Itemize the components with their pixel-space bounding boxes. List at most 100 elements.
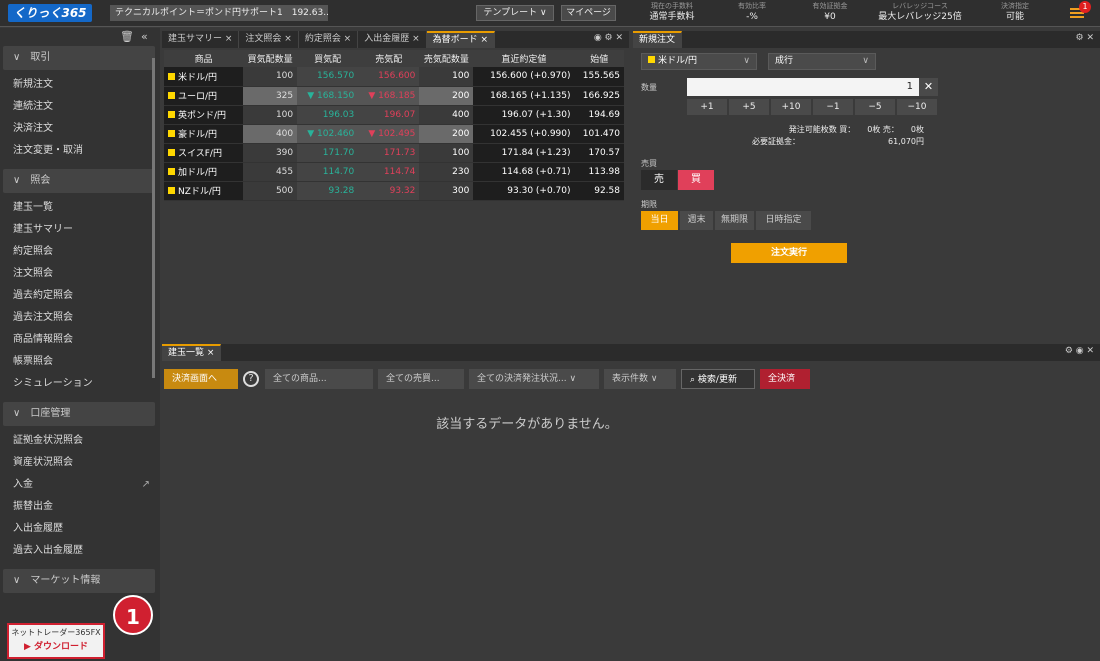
sidebar-section-header[interactable]: ∨ マーケット情報 <box>3 569 155 593</box>
ask-price[interactable]: 114.74 <box>358 162 420 182</box>
sidebar-item[interactable]: 約定照会 <box>0 241 160 263</box>
panel-icons[interactable]: ⚙ ✕ <box>1076 33 1094 43</box>
table-row[interactable]: ユーロ/円 325 ▼ 168.150 ▼ 168.185 200 168.165 (+1… <box>164 86 624 106</box>
bid-price[interactable]: 114.70 <box>297 162 359 182</box>
mypage-button[interactable]: マイページ <box>561 5 616 21</box>
order-type-select[interactable]: 成行 ∨ <box>768 53 876 70</box>
sidebar-item[interactable]: 連続注文 <box>0 96 160 118</box>
column-header[interactable]: 直近約定値 <box>473 50 575 67</box>
sidebar-item[interactable]: 証拠金状況照会 <box>0 430 160 452</box>
sidebar-item[interactable]: 商品情報照会 <box>0 329 160 351</box>
qty-step-button[interactable]: +1 <box>687 99 728 115</box>
column-header[interactable]: 買気配 <box>297 50 359 67</box>
qty-input[interactable]: 1 <box>687 78 919 96</box>
search-button[interactable]: ⌕ 検索/更新 <box>681 369 755 389</box>
pair-name: 米ドル/円 <box>164 67 244 87</box>
ask-price[interactable]: 196.07 <box>358 105 420 125</box>
bid-price[interactable]: 156.570 <box>297 67 359 87</box>
ask-price[interactable]: ▼ 168.185 <box>358 86 420 106</box>
sidebar-item[interactable]: シミュレーション <box>0 373 160 395</box>
clear-icon[interactable]: ✕ <box>919 78 938 96</box>
open-price: 194.69 <box>574 105 624 125</box>
sidebar-item[interactable]: 注文照会 <box>0 263 160 285</box>
stat-margin: 有効証拠金 ¥0 <box>812 2 848 22</box>
sidebar-item[interactable]: 建玉サマリー <box>0 219 160 241</box>
ask-price[interactable]: 93.32 <box>358 181 420 201</box>
sidebar-section-header[interactable]: ∨ 照会 <box>3 169 155 193</box>
sidebar-item[interactable]: 決済注文 <box>0 118 160 140</box>
column-header[interactable]: 商品 <box>164 50 244 67</box>
table-row[interactable]: NZドル/円 500 93.28 93.32 300 93.30 (+0.70) 92.58 <box>164 181 624 201</box>
column-header[interactable]: 売気配 <box>358 50 420 67</box>
side-filter[interactable]: 全ての売買... <box>378 369 464 389</box>
pair-color-icon <box>168 130 175 137</box>
panel-icons[interactable]: ◉ ⚙ ✕ <box>594 33 623 43</box>
settle-screen-button[interactable]: 決済画面へ <box>164 369 238 389</box>
qty-step-button[interactable]: −1 <box>813 99 854 115</box>
bid-price[interactable]: 196.03 <box>297 105 359 125</box>
sidebar-item[interactable]: 資産状況照会 <box>0 452 160 474</box>
sidebar-item[interactable]: 帳票照会 <box>0 351 160 373</box>
board-tab[interactable]: 入出金履歴 × <box>358 31 427 48</box>
sidebar-item[interactable]: 過去入出金履歴 <box>0 540 160 562</box>
board-tab[interactable]: 注文照会 × <box>239 31 299 48</box>
status-filter[interactable]: 全ての決済発注状況... ∨ <box>469 369 599 389</box>
sidebar-section-header[interactable]: ∨ 取引 <box>3 46 155 70</box>
count-select[interactable]: 表示件数 ∨ <box>604 369 676 389</box>
sidebar-item[interactable]: 入金 ↗ <box>0 474 160 496</box>
period-option[interactable]: 週末 <box>680 211 714 230</box>
execute-order-button[interactable]: 注文実行 <box>731 243 847 263</box>
sell-button[interactable]: 売 <box>641 170 677 190</box>
help-icon[interactable]: ? <box>243 371 259 387</box>
period-option[interactable]: 当日 <box>641 211 679 230</box>
column-header[interactable]: 買気配数量 <box>243 50 298 67</box>
tab-positions[interactable]: 建玉一覧 × <box>162 344 222 361</box>
sidebar-item[interactable]: 入出金履歴 <box>0 518 160 540</box>
sidebar-section-header[interactable]: ∨ 口座管理 <box>3 402 155 426</box>
download-button[interactable]: ネットトレーダー365FX ▶ ダウンロード <box>7 623 105 659</box>
qty-step-button[interactable]: +10 <box>771 99 812 115</box>
bid-price[interactable]: 93.28 <box>297 181 359 201</box>
pair-select[interactable]: 米ドル/円 ∨ <box>641 53 757 70</box>
trash-icon[interactable]: 🗑 <box>120 30 134 43</box>
table-row[interactable]: スイスF/円 390 171.70 171.73 100 171.84 (+1.23) 17… <box>164 143 624 163</box>
column-header[interactable]: 売気配数量 <box>419 50 474 67</box>
board-tab[interactable]: 約定照会 × <box>299 31 359 48</box>
qty-step-button[interactable]: −10 <box>897 99 938 115</box>
table-row[interactable]: 加ドル/円 455 114.70 114.74 230 114.68 (+0.71) 113… <box>164 162 624 182</box>
settle-all-button[interactable]: 全決済 <box>760 369 810 389</box>
board-tab[interactable]: 為替ボード × <box>426 31 496 48</box>
bid-price[interactable]: ▼ 168.150 <box>297 86 359 106</box>
column-header[interactable]: 始値 <box>574 50 624 67</box>
sidebar-item[interactable]: 新規注文 <box>0 74 160 96</box>
news-ticker[interactable]: テクニカルポイント＝ポンド円サポート1 192.63... <box>110 5 328 21</box>
buy-button[interactable]: 買 <box>678 170 714 190</box>
product-filter[interactable]: 全ての商品... <box>265 369 373 389</box>
template-button[interactable]: テンプレート ∨ <box>476 5 554 21</box>
ask-price[interactable]: 156.600 <box>358 67 420 87</box>
ask-price[interactable]: ▼ 102.495 <box>358 124 420 144</box>
last-price: 102.455 (+0.990) <box>473 124 575 144</box>
sidebar-item[interactable]: 過去約定照会 <box>0 285 160 307</box>
chevron-down-icon: ∨ <box>743 56 750 66</box>
sidebar-scrollbar[interactable] <box>152 58 155 378</box>
period-option[interactable]: 日時指定 <box>756 211 812 230</box>
bid-price[interactable]: ▼ 102.460 <box>297 124 359 144</box>
ask-price[interactable]: 171.73 <box>358 143 420 163</box>
sidebar-item[interactable]: 振替出金 <box>0 496 160 518</box>
sidebar-item[interactable]: 過去注文照会 <box>0 307 160 329</box>
positions-panel: 建玉一覧 × ⚙ ◉ ✕ <box>162 344 1100 661</box>
sidebar-item[interactable]: 建玉一覧 <box>0 197 160 219</box>
panel-icons[interactable]: ⚙ ◉ ✕ <box>1065 346 1094 356</box>
period-option[interactable]: 無期限 <box>715 211 755 230</box>
bid-price[interactable]: 171.70 <box>297 143 359 163</box>
qty-step-button[interactable]: +5 <box>729 99 770 115</box>
sidebar-item[interactable]: 注文変更・取消 <box>0 140 160 162</box>
qty-step-button[interactable]: −5 <box>855 99 896 115</box>
board-tab[interactable]: 建玉サマリー × <box>162 31 240 48</box>
table-row[interactable]: 豪ドル/円 400 ▼ 102.460 ▼ 102.495 200 102.455 (+0… <box>164 124 624 144</box>
table-row[interactable]: 米ドル/円 100 156.570 156.600 100 156.600 (+0.970… <box>164 67 624 87</box>
collapse-icon[interactable]: « <box>141 30 148 43</box>
tab-new-order[interactable]: 新規注文 <box>633 31 683 48</box>
table-row[interactable]: 英ポンド/円 100 196.03 196.07 400 196.07 (+1.30) 19… <box>164 105 624 125</box>
